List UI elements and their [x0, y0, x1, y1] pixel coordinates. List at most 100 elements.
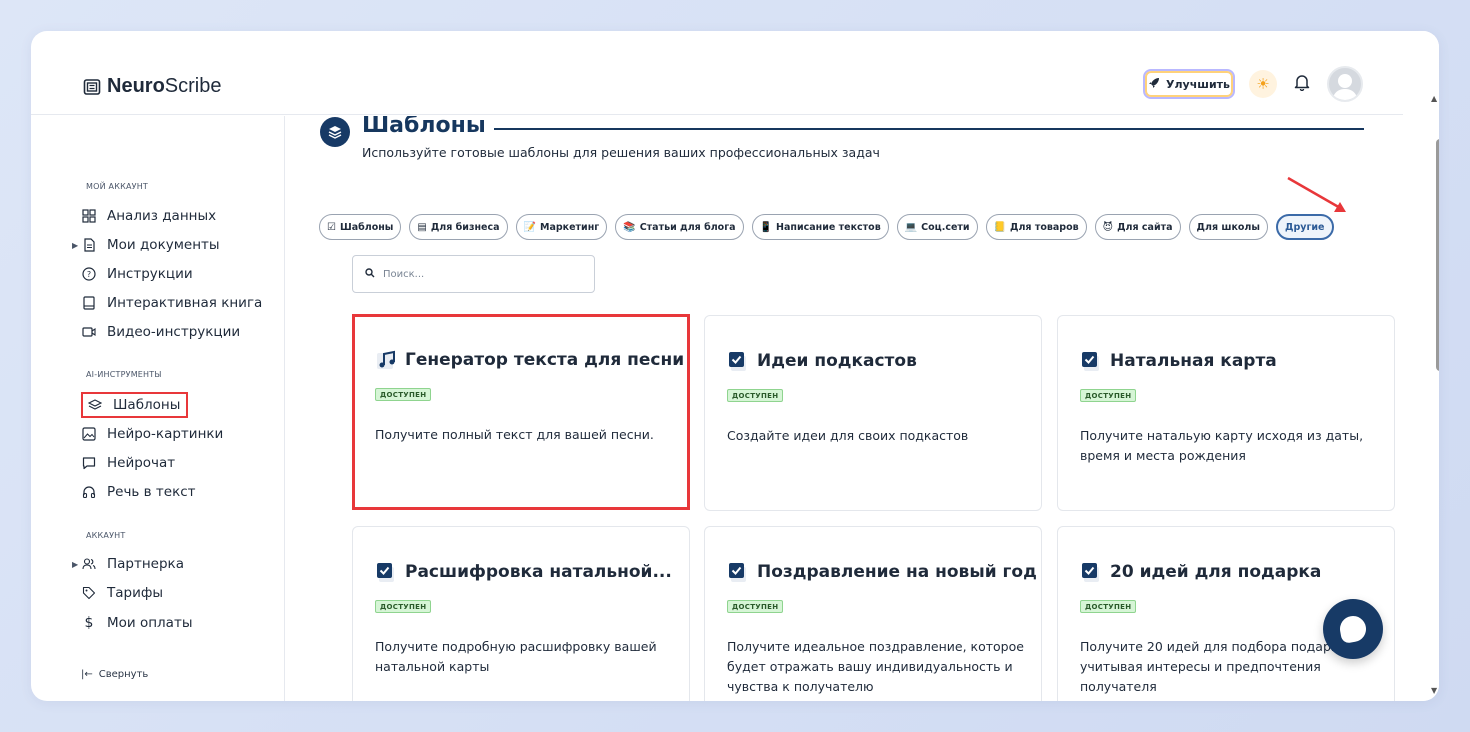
layers-badge-icon	[320, 117, 350, 147]
chip-blog-articles[interactable]: 📚 Статьи для блога	[615, 214, 744, 240]
chip-label: Соц.сети	[921, 221, 970, 233]
chip-school[interactable]: Для школы	[1188, 214, 1268, 240]
notebook-icon: 📒	[993, 221, 1007, 233]
laptop-icon: 💻	[904, 221, 918, 233]
chip-other[interactable]: Другие	[1275, 214, 1334, 240]
title-row: Шаблоны	[320, 116, 1364, 147]
top-header: NeuroScribe Улучшить ☀	[31, 31, 1403, 115]
app-window: NeuroScribe Улучшить ☀ МОЙ АККАУНТ Анали…	[31, 31, 1439, 701]
scroll-down-icon[interactable]: ▼	[1431, 686, 1437, 695]
logo-text-bold: Neuro	[107, 75, 165, 97]
sidebar-item-label: Шаблоны	[113, 397, 181, 413]
memo-icon: 📝	[523, 221, 536, 233]
sidebar-item-templates[interactable]: Шаблоны	[81, 392, 189, 418]
annotation-arrow-icon	[1287, 176, 1346, 212]
search-input[interactable]	[383, 268, 573, 280]
checkbox-icon	[1080, 561, 1102, 583]
checkbox-icon	[727, 561, 749, 583]
sidebar: МОЙ АККАУНТ Анализ данных ▶ Мои документ…	[31, 116, 285, 701]
logo-text: Scribe	[164, 75, 222, 97]
chat-icon	[81, 455, 97, 471]
tag-icon	[81, 585, 97, 601]
sidebar-item-label: Тарифы	[107, 585, 164, 601]
template-card[interactable]: Поздравление на новый год ДОСТУПЕН Получ…	[704, 526, 1042, 701]
caret-right-icon: ▶	[72, 240, 79, 250]
collapse-icon: |←	[81, 669, 93, 680]
logo[interactable]: NeuroScribe	[83, 75, 222, 98]
chip-label: Для сайта	[1117, 221, 1173, 233]
chip-label: Шаблоны	[339, 221, 394, 233]
sidebar-item-interactive-book[interactable]: Интерактивная книга	[81, 291, 262, 315]
checkbox-icon	[1080, 350, 1102, 372]
chip-label: Для школы	[1196, 221, 1260, 233]
theme-toggle[interactable]: ☀	[1249, 70, 1277, 98]
notifications-button[interactable]	[1289, 71, 1315, 97]
sidebar-item-label: Интерактивная книга	[107, 295, 263, 311]
template-card[interactable]: Генератор текста для песни ДОСТУПЕН Полу…	[352, 314, 690, 510]
upgrade-label: Улучшить	[1166, 77, 1230, 91]
sidebar-item-label: Мои документы	[107, 237, 220, 253]
title-divider	[470, 128, 1364, 130]
page-subtitle: Используйте готовые шаблоны для решения …	[362, 145, 880, 160]
search-box[interactable]	[352, 255, 595, 293]
chip-label: Маркетинг	[539, 221, 600, 233]
sun-icon: ☀	[1256, 75, 1270, 93]
card-title: Расшифровка натальной...	[405, 562, 672, 582]
card-description: Получите полный текст для вашей песни.	[375, 427, 654, 442]
users-icon	[81, 556, 97, 572]
chip-label: Написание текстов	[776, 221, 881, 233]
sidebar-item-my-documents[interactable]: ▶ Мои документы	[72, 233, 220, 257]
sidebar-item-neuro-images[interactable]: Нейро-картинки	[81, 422, 223, 446]
sidebar-item-label: Анализ данных	[107, 208, 217, 224]
book-icon	[81, 295, 97, 311]
sidebar-item-data-analysis[interactable]: Анализ данных	[81, 204, 216, 228]
sidebar-item-partners[interactable]: ▶ Партнерка	[72, 552, 184, 576]
bell-icon	[1293, 73, 1311, 95]
chip-products[interactable]: 📒 Для товаров	[985, 214, 1087, 240]
checkbox-icon: ☑	[327, 221, 336, 233]
dollar-icon: $	[84, 615, 94, 631]
status-badge: ДОСТУПЕН	[375, 600, 432, 613]
sidebar-item-label: Видео-инструкции	[107, 324, 241, 340]
chip-copywriting[interactable]: 📱 Написание текстов	[751, 214, 889, 240]
upgrade-button[interactable]: Улучшить	[1143, 69, 1235, 99]
status-badge: ДОСТУПЕН	[727, 600, 784, 613]
card-title: Идеи подкастов	[757, 351, 917, 371]
sidebar-item-label: Нейро-картинки	[107, 426, 224, 442]
scrollbar-thumb[interactable]	[1436, 139, 1439, 371]
collapse-sidebar-button[interactable]: |← Свернуть	[81, 669, 148, 680]
sidebar-item-label: Нейрочат	[107, 455, 176, 471]
status-badge: ДОСТУПЕН	[1080, 600, 1137, 613]
books-icon: 📚	[623, 221, 636, 233]
sidebar-item-speech-to-text[interactable]: Речь в текст	[81, 480, 196, 504]
chip-label: Для товаров	[1010, 221, 1079, 233]
avatar[interactable]	[1327, 66, 1363, 102]
card-title: Натальная карта	[1110, 351, 1277, 371]
chip-social[interactable]: 💻 Соц.сети	[896, 214, 978, 240]
sidebar-item-video-instructions[interactable]: Видео-инструкции	[81, 320, 240, 344]
template-card[interactable]: Расшифровка натальной... ДОСТУПЕН Получи…	[352, 526, 690, 701]
chip-business[interactable]: ▤ Для бизнеса	[409, 214, 508, 240]
sidebar-item-instructions[interactable]: ? Инструкции	[81, 262, 193, 286]
headphones-icon	[81, 484, 97, 500]
chip-marketing[interactable]: 📝 Маркетинг	[515, 214, 608, 240]
phone-icon: 📱	[759, 221, 773, 233]
card-description: Создайте идеи для своих подкастов	[727, 428, 969, 443]
scroll-up-icon[interactable]: ▲	[1431, 94, 1437, 103]
sidebar-item-neurochat[interactable]: Нейрочат	[81, 451, 175, 475]
scrollbar-track[interactable]	[1403, 31, 1439, 701]
chip-website[interactable]: 😈 Для сайта	[1094, 214, 1181, 240]
user-silhouette-icon	[1332, 74, 1358, 100]
rocket-icon	[1148, 77, 1160, 92]
chip-label: Для бизнеса	[430, 221, 500, 233]
page-title: Шаблоны	[362, 116, 494, 138]
category-chips: ☑ Шаблоны ▤ Для бизнеса 📝 Маркетинг 📚 Статьи…	[319, 214, 1369, 242]
main-content: Шаблоны Используйте готовые шаблоны для …	[286, 116, 1403, 701]
chip-templates[interactable]: ☑ Шаблоны	[319, 214, 402, 240]
chat-widget-button[interactable]	[1323, 599, 1383, 659]
card-title: Поздравление на новый год	[757, 562, 1037, 582]
sidebar-item-my-payments[interactable]: $ Мои оплаты	[81, 611, 193, 635]
sidebar-item-tariffs[interactable]: Тарифы	[81, 581, 163, 605]
template-card[interactable]: Идеи подкастов ДОСТУПЕН Создайте идеи дл…	[704, 315, 1042, 511]
template-card[interactable]: Натальная карта ДОСТУПЕН Получите наталь…	[1057, 315, 1395, 511]
